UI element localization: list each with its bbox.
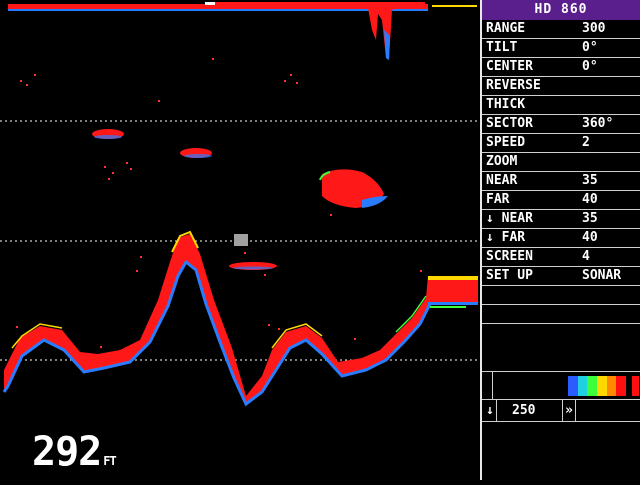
wall-echo-right	[428, 276, 478, 308]
range-step-value: 250	[512, 403, 536, 418]
menu-item-down-far[interactable]: ↓ FAR 40	[482, 229, 640, 248]
menu-label: SECTOR	[486, 116, 533, 131]
settings-menu: RANGE 300 TILT 0° CENTER 0° REVERSE THICK S…	[482, 20, 640, 286]
menu-value: 300	[582, 21, 606, 36]
menu-item-center[interactable]: CENTER 0°	[482, 58, 640, 77]
target-echo-3	[319, 169, 388, 208]
menu-item-tilt[interactable]: TILT 0°	[482, 39, 640, 58]
color-scale-swatch	[568, 376, 578, 396]
divider	[492, 372, 493, 400]
menu-value: 40	[582, 192, 598, 207]
surface-spike-echo	[368, 8, 398, 60]
menu-item-thick[interactable]: THICK	[482, 96, 640, 115]
menu-item-reverse[interactable]: REVERSE	[482, 77, 640, 96]
color-scale-swatch	[587, 376, 598, 396]
menu-label: RANGE	[486, 21, 526, 36]
color-scale-max-swatch	[632, 376, 639, 396]
menu-label: NEAR	[486, 173, 518, 188]
menu-value: SONAR	[582, 268, 622, 283]
depth-readout: 292 FT	[32, 428, 117, 485]
depth-unit: FT	[103, 454, 116, 468]
menu-value: 35	[582, 211, 598, 226]
seabed-echo	[2, 230, 434, 407]
menu-value: 40	[582, 230, 598, 245]
menu-label: ZOOM	[486, 154, 518, 169]
panel-spacer	[482, 324, 640, 372]
menu-item-setup[interactable]: SET UP SONAR	[482, 267, 640, 286]
menu-value: 2	[582, 135, 590, 150]
menu-label: FAR	[486, 192, 510, 207]
menu-item-near[interactable]: NEAR 35	[482, 172, 640, 191]
menu-item-range[interactable]: RANGE 300	[482, 20, 640, 39]
menu-label: SPEED	[486, 135, 526, 150]
sonar-echo-view	[0, 2, 478, 407]
empty-row	[482, 305, 640, 324]
target-echo-2	[180, 148, 212, 158]
menu-item-down-near[interactable]: ↓ NEAR 35	[482, 210, 640, 229]
color-scale-row	[482, 372, 640, 400]
menu-item-far[interactable]: FAR 40	[482, 191, 640, 210]
menu-value: 360°	[582, 116, 614, 131]
menu-label: ↓ NEAR	[486, 211, 533, 226]
menu-item-speed[interactable]: SPEED 2	[482, 134, 640, 153]
target-echo-4	[229, 262, 277, 270]
target-echo-1	[92, 129, 124, 139]
color-scale-swatch	[606, 376, 617, 396]
color-scale-swatch	[597, 376, 607, 396]
menu-label: SET UP	[486, 268, 533, 283]
depth-value: 292	[32, 429, 102, 475]
menu-value: 35	[582, 173, 598, 188]
surface-echo-band	[8, 2, 477, 11]
range-step-row: ↓ 250 »	[482, 400, 640, 422]
menu-item-zoom[interactable]: ZOOM	[482, 153, 640, 172]
menu-item-screen[interactable]: SCREEN 4	[482, 248, 640, 267]
menu-item-sector[interactable]: SECTOR 360°	[482, 115, 640, 134]
color-scale-swatch	[577, 376, 588, 396]
settings-panel: HD 860 RANGE 300 TILT 0° CENTER 0° REVERSE …	[480, 0, 640, 480]
menu-value: 0°	[582, 40, 598, 55]
menu-value: 4	[582, 249, 590, 264]
menu-value: 0°	[582, 59, 598, 74]
menu-label: TILT	[486, 40, 518, 55]
down-arrow-icon[interactable]: ↓	[484, 400, 497, 421]
cursor-marker[interactable]	[234, 234, 248, 246]
menu-label: SCREEN	[486, 249, 533, 264]
menu-label: THICK	[486, 97, 526, 112]
empty-row	[482, 286, 640, 305]
forward-arrow-icon[interactable]: »	[562, 400, 576, 421]
panel-title: HD 860	[482, 0, 640, 20]
menu-label: REVERSE	[486, 78, 541, 93]
color-scale-bar	[568, 376, 627, 396]
color-scale-swatch	[616, 376, 627, 396]
menu-label: ↓ FAR	[486, 230, 526, 245]
menu-label: CENTER	[486, 59, 533, 74]
sonar-display[interactable]: 292 FT	[0, 0, 480, 480]
